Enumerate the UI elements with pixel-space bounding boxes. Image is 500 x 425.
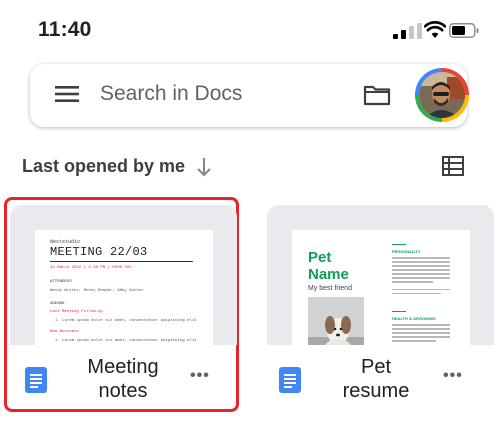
doc-title-line-1: Pet bbox=[360, 356, 392, 378]
preview-attendees: Wendy Writer, Ronny Reader, Abby Author bbox=[50, 289, 144, 293]
preview-text-block bbox=[392, 257, 450, 297]
wifi-icon bbox=[424, 21, 446, 38]
preview-item-1: Last Meeting Follow-up bbox=[50, 310, 103, 314]
preview-item-body: 1. Lorem ipsum dolor sit amet, consectet… bbox=[55, 319, 197, 323]
pet-name-line-1: Pet bbox=[308, 249, 332, 266]
doc-thumbnail[interactable]: Nextstudio MEETING 22/03 22 March 2022 |… bbox=[10, 205, 237, 345]
doc-card-pet-resume[interactable]: Pet Name My best friend PERSONALITY HEAL… bbox=[267, 205, 494, 413]
preview-heading: MEETING 22/03 bbox=[50, 245, 148, 259]
folder-icon[interactable] bbox=[363, 84, 391, 106]
doc-title[interactable]: Pet resume bbox=[331, 355, 421, 403]
list-view-icon[interactable] bbox=[442, 156, 464, 176]
preview-item-2: New Business bbox=[50, 330, 79, 334]
doc-title[interactable]: Meeting notes bbox=[78, 355, 168, 403]
preview-divider bbox=[50, 261, 193, 262]
search-input[interactable]: Search in Docs bbox=[100, 82, 242, 106]
preview-date: 22 March 2022 | 4:30 PM | ROOM 301 bbox=[50, 266, 132, 270]
more-options-icon[interactable]: ••• bbox=[443, 367, 463, 385]
avatar-photo bbox=[419, 72, 465, 118]
sort-header: Last opened by me bbox=[22, 156, 472, 180]
battery-icon bbox=[449, 23, 479, 38]
preview-section-1: PERSONALITY bbox=[392, 249, 421, 254]
preview-agenda-label: AGENDA bbox=[50, 302, 65, 306]
doc-thumbnail[interactable]: Pet Name My best friend PERSONALITY HEAL… bbox=[267, 205, 494, 345]
preview-accent-line bbox=[392, 311, 406, 312]
preview-item-body: 1. Lorem ipsum dolor sit amet, consectet… bbox=[55, 339, 197, 343]
doc-title-line-2: notes bbox=[98, 380, 148, 402]
doc-title-line-1: Meeting bbox=[87, 356, 159, 378]
doc-preview-page: Nextstudio MEETING 22/03 22 March 2022 |… bbox=[35, 230, 213, 345]
preview-text-block bbox=[392, 324, 450, 344]
search-bar[interactable]: Search in Docs bbox=[30, 64, 469, 127]
cellular-signal-icon bbox=[393, 23, 422, 39]
hamburger-menu-icon[interactable] bbox=[55, 84, 79, 104]
docs-file-icon bbox=[25, 367, 47, 393]
arrow-down-icon[interactable] bbox=[196, 157, 212, 177]
preview-section-2: HEALTH & GROOMING bbox=[392, 316, 436, 321]
preview-pet-name: Pet Name bbox=[308, 249, 349, 283]
dog-photo bbox=[308, 297, 364, 345]
pet-name-line-2: Name bbox=[308, 266, 349, 283]
doc-preview-page: Pet Name My best friend PERSONALITY HEAL… bbox=[292, 230, 470, 345]
docs-file-icon bbox=[279, 367, 301, 393]
sort-label[interactable]: Last opened by me bbox=[22, 156, 185, 177]
status-bar: 11:40 bbox=[0, 0, 500, 60]
status-time: 11:40 bbox=[38, 18, 92, 41]
more-options-icon[interactable]: ••• bbox=[190, 367, 210, 385]
doc-title-line-2: resume bbox=[342, 380, 410, 402]
preview-accent-line bbox=[392, 244, 406, 245]
preview-subtitle: My best friend bbox=[308, 285, 352, 292]
avatar[interactable] bbox=[415, 68, 469, 122]
doc-card-meeting-notes[interactable]: Nextstudio MEETING 22/03 22 March 2022 |… bbox=[10, 205, 237, 413]
preview-attendees-label: ATTENDEES bbox=[50, 280, 72, 284]
